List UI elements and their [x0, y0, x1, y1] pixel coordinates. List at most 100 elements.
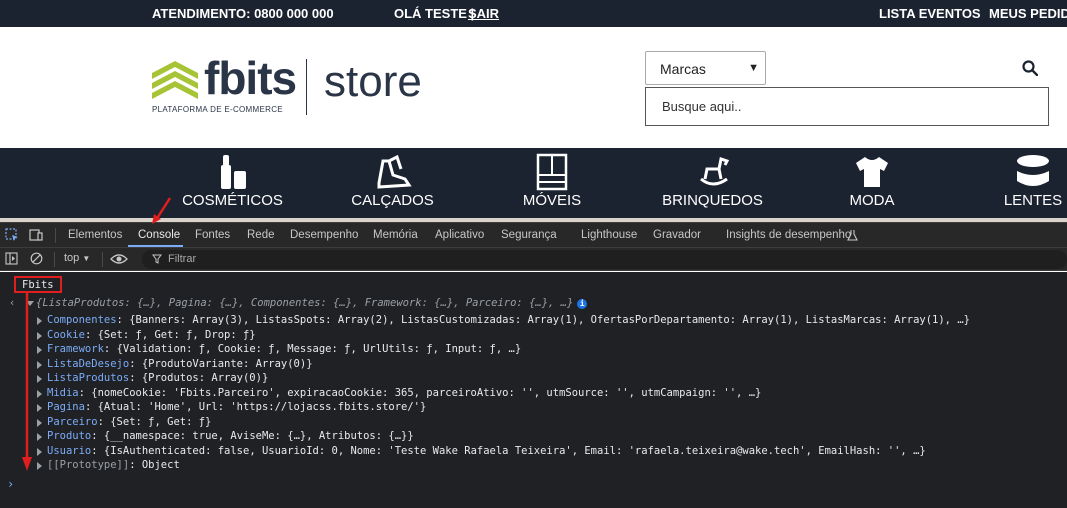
console-toolbar: top ▼ Filtrar — [0, 248, 1067, 271]
property-key: Midia — [47, 386, 79, 399]
tab-console[interactable]: Console — [138, 229, 180, 241]
context-select[interactable]: top ▼ — [64, 252, 90, 264]
tab-memory[interactable]: Memória — [373, 229, 418, 241]
brand-select-value: Marcas — [660, 61, 706, 77]
toolbar-separator — [102, 252, 103, 267]
red-annotation-arrow-icon — [152, 197, 172, 224]
prompt-chevron-icon[interactable]: › — [7, 477, 14, 491]
collapsed-triangle-icon[interactable] — [37, 389, 42, 398]
property-row[interactable]: Produto: {__namespace: true, AviseMe: {…… — [0, 430, 1067, 444]
collapsed-triangle-icon[interactable] — [37, 375, 42, 383]
search-input[interactable]: Busque aqui.. — [645, 87, 1049, 126]
search-icon[interactable] — [1022, 60, 1038, 76]
sidebar-toggle-icon[interactable] — [5, 252, 18, 265]
property-row[interactable]: ListaDeDesejo: {ProdutoVariante: Array(0… — [0, 358, 1067, 372]
collapsed-triangle-icon[interactable] — [37, 447, 42, 456]
clear-console-icon[interactable] — [30, 252, 43, 265]
console-output: Fbits ‹ {ListaProdutos: {…}, Pagina: {…}… — [0, 272, 1067, 508]
inspect-element-icon[interactable] — [5, 228, 19, 242]
property-value: {Validation: ƒ, Cookie: ƒ, Message: ƒ, U… — [116, 343, 522, 355]
rocking-horse-icon — [699, 157, 729, 186]
red-annotation-down-arrow-icon — [22, 293, 32, 471]
collapsed-triangle-icon[interactable] — [37, 346, 42, 354]
property-row[interactable]: Usuario: {IsAuthenticated: false, Usuari… — [0, 445, 1067, 459]
tab-security[interactable]: Segurança — [501, 229, 557, 241]
active-tab-indicator — [128, 245, 183, 247]
property-key: Framework — [47, 343, 104, 355]
property-row[interactable]: Midia: {nomeCookie: 'Fbits.Parceiro', ex… — [0, 387, 1067, 401]
tab-sources[interactable]: Fontes — [195, 229, 230, 241]
property-text: [[Prototype]]: Object — [47, 459, 180, 471]
tab-network[interactable]: Rede — [247, 229, 275, 241]
property-value: {Produtos: Array(0)} — [141, 372, 269, 384]
tab-recorder[interactable]: Gravador — [653, 229, 701, 241]
property-key: Cookie — [47, 328, 85, 341]
event-list-link[interactable]: LISTA EVENTOS — [879, 6, 981, 21]
console-command: Fbits — [14, 276, 62, 293]
collapsed-triangle-icon[interactable] — [37, 404, 42, 412]
property-value: {Set: ƒ, Get: ƒ} — [110, 415, 212, 428]
property-row[interactable]: Pagina: {Atual: 'Home', Url: 'https://lo… — [0, 401, 1067, 415]
property-row[interactable]: Parceiro: {Set: ƒ, Get: ƒ} — [0, 416, 1067, 430]
result-arrow-icon: ‹ — [9, 297, 16, 309]
category-lenses[interactable]: LENTES — [1002, 148, 1064, 218]
tab-elements[interactable]: Elementos — [68, 229, 122, 241]
logout-link[interactable]: SAIR — [468, 6, 499, 21]
property-row[interactable]: [[Prototype]]: Object — [0, 459, 1067, 473]
tab-application[interactable]: Aplicativo — [435, 229, 484, 241]
user-greeting: OLÁ TESTE | — [394, 6, 475, 21]
category-label: MODA — [849, 192, 895, 209]
filter-icon — [152, 254, 162, 264]
info-icon[interactable]: i — [577, 299, 588, 309]
logo-mark-icon — [152, 61, 198, 99]
category-label: BRINQUEDOS — [662, 192, 763, 209]
result-summary: {ListaProdutos: {…}, Pagina: {…}, Compon… — [36, 297, 588, 309]
result-summary-row[interactable]: ‹ {ListaProdutos: {…}, Pagina: {…}, Comp… — [0, 297, 1067, 311]
property-text: Midia: {nomeCookie: 'Fbits.Parceiro', ex… — [47, 386, 762, 399]
search-placeholder: Busque aqui.. — [662, 99, 742, 114]
context-value: top — [64, 252, 80, 264]
eye-icon[interactable] — [110, 253, 128, 265]
category-cosmetics[interactable]: COSMÉTICOS — [182, 148, 283, 218]
brand-select[interactable]: Marcas ▼ — [645, 51, 766, 85]
property-text: Usuario: {IsAuthenticated: false, Usuari… — [47, 444, 926, 457]
property-text: Componentes: {Banners: Array(3), ListasS… — [47, 314, 970, 326]
category-fashion[interactable]: MODA — [849, 148, 895, 218]
category-label: MÓVEIS — [522, 192, 582, 209]
category-toys[interactable]: BRINQUEDOS — [662, 148, 763, 218]
lens-case-icon — [1017, 155, 1049, 186]
tab-performance[interactable]: Desempenho — [290, 229, 358, 241]
caret-down-icon: ▼ — [82, 254, 91, 263]
tab-lighthouse[interactable]: Lighthouse — [581, 229, 637, 241]
category-shoes[interactable]: CALÇADOS — [351, 148, 434, 218]
property-value: Object — [141, 459, 180, 471]
collapsed-triangle-icon[interactable] — [37, 331, 42, 340]
console-filter-input[interactable]: Filtrar — [142, 250, 1067, 269]
tab-performance-insights[interactable]: Insights de desempenho — [726, 229, 851, 241]
property-value: {nomeCookie: 'Fbits.Parceiro', expiracao… — [91, 386, 762, 399]
property-value: {__namespace: true, AviseMe: {…}, Atribu… — [103, 430, 414, 442]
device-toolbar-icon[interactable] — [29, 228, 43, 242]
property-row[interactable]: Framework: {Validation: ƒ, Cookie: ƒ, Me… — [0, 343, 1067, 357]
my-orders-link[interactable]: MEUS PEDIDO — [989, 6, 1067, 21]
category-furniture[interactable]: MÓVEIS — [522, 148, 582, 218]
collapsed-triangle-icon[interactable] — [37, 462, 42, 470]
filter-placeholder: Filtrar — [168, 253, 197, 265]
category-label: COSMÉTICOS — [182, 192, 283, 209]
property-text: ListaProdutos: {Produtos: Array(0)} — [47, 372, 269, 384]
collapsed-triangle-icon[interactable] — [37, 360, 42, 369]
property-text: Produto: {__namespace: true, AviseMe: {…… — [47, 430, 414, 442]
collapsed-triangle-icon[interactable] — [37, 418, 42, 427]
collapsed-triangle-icon[interactable] — [37, 433, 42, 441]
property-value: {IsAuthenticated: false, UsuarioId: 0, N… — [103, 444, 926, 457]
logo-wordmark: fbits — [204, 52, 297, 104]
site-header: fbits PLATAFORMA DE E-COMMERCE store Mar… — [0, 27, 1067, 148]
property-key: Componentes — [47, 314, 117, 326]
logo-store-text: store — [324, 57, 422, 106]
property-text: Parceiro: {Set: ƒ, Get: ƒ} — [47, 415, 212, 428]
collapsed-triangle-icon[interactable] — [37, 317, 42, 325]
property-row[interactable]: ListaProdutos: {Produtos: Array(0)} — [0, 372, 1067, 386]
property-row[interactable]: Cookie: {Set: ƒ, Get: ƒ, Drop: ƒ} — [0, 329, 1067, 343]
property-key: Produto — [47, 430, 92, 442]
property-row[interactable]: Componentes: {Banners: Array(3), ListasS… — [0, 314, 1067, 328]
